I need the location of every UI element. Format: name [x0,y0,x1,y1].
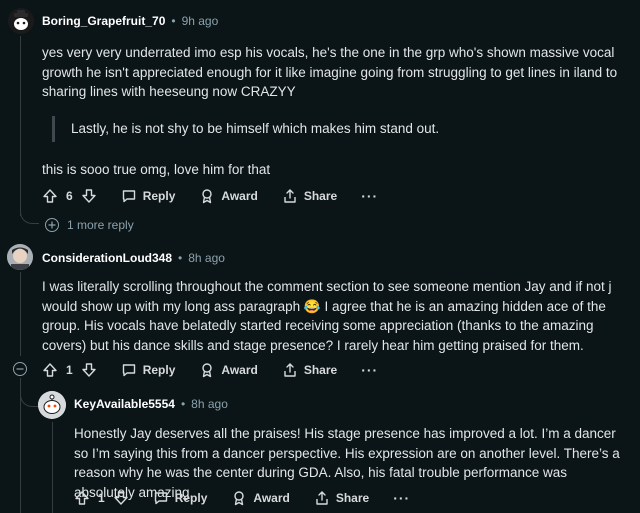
comment-meta: KeyAvailable5554 • 8h ago [74,394,228,414]
block-quote: Lastly, he is not shy to be himself whic… [52,116,631,142]
timestamp[interactable]: 8h ago [188,251,225,265]
vote-score: 1 [66,363,73,377]
downvote-icon[interactable] [81,188,97,204]
reply-label: Reply [142,189,176,203]
share-label: Share [335,491,370,505]
thread-curve-2 [20,388,39,407]
share-button[interactable]: Share [314,490,369,506]
reply-label: Reply [142,363,176,377]
comment-meta: ConsiderationLoud348 • 8h ago [42,248,225,268]
action-bar: 1 Reply Award Share ··· [42,358,378,382]
vote-score: 6 [66,189,73,203]
reply-button[interactable]: Reply [153,490,208,506]
avatar-snoo-icon [8,8,34,34]
more-options-icon[interactable]: ··· [361,362,378,378]
separator-dot: • [180,397,186,411]
avatar[interactable] [8,8,34,34]
award-button[interactable]: Award [199,362,258,378]
thread-line-1 [20,36,21,216]
more-replies-button[interactable]: 1 more reply [45,218,134,232]
comment-icon [154,492,167,505]
award-label: Award [221,189,258,203]
vote-group: 1 [42,362,97,378]
share-button[interactable]: Share [282,362,337,378]
avatar-photo-icon [7,244,33,270]
comment-body: I was literally scrolling throughout the… [42,279,612,353]
username[interactable]: KeyAvailable5554 [74,397,175,411]
share-icon [284,189,296,203]
collapse-minus-icon [13,362,27,376]
comment-body: yes very very underrated imo esp his voc… [42,45,618,99]
award-button[interactable]: Award [231,490,290,506]
vote-group: 1 [74,490,129,506]
comment-icon [122,190,135,203]
avatar[interactable] [7,244,33,270]
avatar[interactable] [38,391,66,419]
thread-line-4 [52,422,53,513]
vote-group: 6 [42,188,97,204]
username[interactable]: Boring_Grapefruit_70 [42,14,165,28]
share-label: Share [303,363,338,377]
comment-icon [122,364,135,377]
award-icon [202,189,213,204]
expand-plus-icon [45,218,59,232]
reply-label: Reply [174,491,208,505]
reply-button[interactable]: Reply [121,362,176,378]
reply-button[interactable]: Reply [121,188,176,204]
upvote-icon[interactable] [42,188,58,204]
separator-dot: • [178,251,183,265]
comment-body-2: this is sooo true omg, love him for that [42,162,271,177]
thread-line-2 [20,272,21,356]
downvote-icon[interactable] [113,490,129,506]
award-label: Award [253,491,290,505]
award-label: Award [221,363,258,377]
share-button[interactable]: Share [282,188,337,204]
more-options-icon[interactable]: ··· [393,490,410,506]
share-icon [284,363,296,377]
action-bar: 1 Reply Award Share ··· [74,486,410,510]
share-label: Share [303,189,338,203]
more-replies-label: 1 more reply [67,218,134,232]
award-icon [202,363,213,378]
award-icon [234,491,245,506]
comment-meta: Boring_Grapefruit_70 • 9h ago [42,11,218,31]
collapse-button[interactable] [13,362,27,376]
action-bar: 6 Reply Award Share ··· [42,184,378,208]
downvote-icon[interactable] [81,362,97,378]
timestamp[interactable]: 8h ago [191,397,228,411]
share-icon [316,491,328,505]
award-button[interactable]: Award [199,188,258,204]
more-options-icon[interactable]: ··· [361,188,378,204]
separator-dot: • [171,14,176,28]
vote-score: 1 [98,491,105,505]
upvote-icon[interactable] [42,362,58,378]
username[interactable]: ConsiderationLoud348 [42,251,172,265]
thread-curve-1 [20,205,39,224]
avatar-snoo-icon [38,391,66,419]
upvote-icon[interactable] [74,490,90,506]
timestamp[interactable]: 9h ago [182,14,219,28]
